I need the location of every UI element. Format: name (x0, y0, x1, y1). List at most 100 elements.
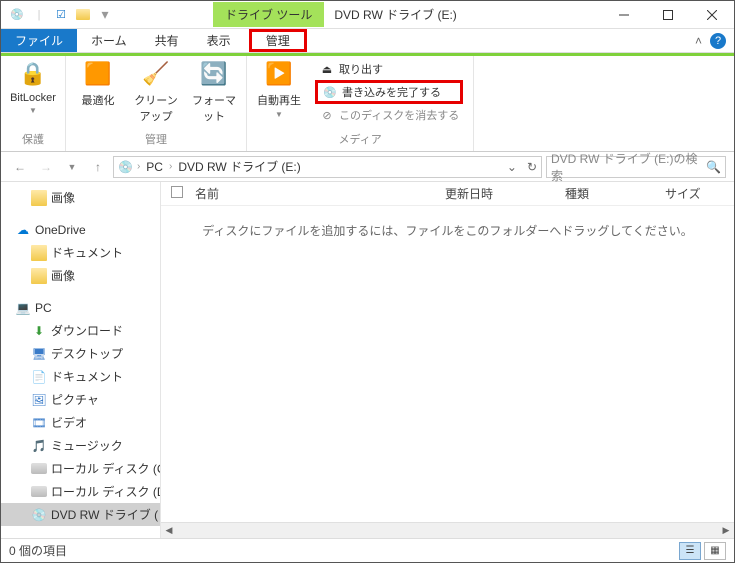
tab-file[interactable]: ファイル (1, 29, 77, 52)
tree-item-pc[interactable]: 💻PC (1, 297, 160, 319)
tree-item-images[interactable]: 画像 (1, 186, 160, 209)
tree-item-onedrive[interactable]: ☁OneDrive (1, 219, 160, 241)
tree-item-disk-d[interactable]: ローカル ディスク (D (1, 480, 160, 503)
tree-item-pictures[interactable]: 🖼ピクチャ (1, 388, 160, 411)
back-button[interactable]: ← (9, 156, 31, 178)
explorer-window: 💿 | ☑ ▾ ドライブ ツール DVD RW ドライブ (E:) ファイル ホ… (0, 0, 735, 563)
tree-label: ローカル ディスク (C (51, 460, 160, 477)
eject-button[interactable]: ⏏ 取り出す (315, 60, 463, 78)
ribbon-group-protect: 🔒 BitLocker ▼ 保護 (1, 56, 66, 151)
scroll-left-icon[interactable]: ◀ (161, 523, 177, 539)
header-checkbox[interactable] (171, 186, 195, 201)
search-input[interactable]: DVD RW ドライブ (E:)の検索 🔍 (546, 156, 726, 178)
tree-item-music[interactable]: 🎵ミュージック (1, 434, 160, 457)
ribbon-group-manage: 🟧 最適化 🧹 クリーンアップ 🔄 フォーマット 管理 (66, 56, 247, 151)
status-bar: 0 個の項目 ☰ ▦ (1, 538, 734, 562)
erase-icon: ⊘ (319, 107, 335, 123)
tree-item-disk-c[interactable]: ローカル ディスク (C (1, 457, 160, 480)
forward-button[interactable]: → (35, 156, 57, 178)
up-button[interactable]: ↑ (87, 156, 109, 178)
refresh-icon[interactable]: ↻ (521, 160, 537, 174)
breadcrumb[interactable]: 💿 › PC › DVD RW ドライブ (E:) ⌄ ↻ (113, 156, 542, 178)
address-dropdown-icon[interactable]: ⌄ (507, 160, 517, 174)
folder-icon (31, 190, 47, 206)
search-icon: 🔍 (706, 160, 721, 174)
eject-icon: ⏏ (319, 61, 335, 77)
crumb-pc[interactable]: PC (144, 160, 165, 174)
videos-icon: 🎞 (31, 415, 47, 431)
navigation-tree[interactable]: 画像 ☁OneDrive ドキュメント 画像 💻PC ⬇ダウンロード 🖥デスクト… (1, 182, 161, 538)
contextual-tab-header: ドライブ ツール (213, 2, 324, 27)
help-icon[interactable]: ? (710, 33, 726, 49)
folder-icon (31, 268, 47, 284)
column-headers: 名前 更新日時 種類 サイズ (161, 182, 734, 206)
maximize-button[interactable] (646, 1, 690, 29)
tree-label: ダウンロード (51, 322, 123, 339)
cleanup-icon: 🧹 (140, 58, 172, 90)
tree-item-documents[interactable]: ドキュメント (1, 241, 160, 264)
tree-label: DVD RW ドライブ ( (51, 506, 158, 523)
ribbon-collapse-icon[interactable]: ˄ (695, 34, 702, 48)
tab-view[interactable]: 表示 (193, 29, 245, 52)
cleanup-label: クリーンアップ (130, 92, 182, 124)
tab-home[interactable]: ホーム (77, 29, 141, 52)
eject-label: 取り出す (339, 61, 383, 77)
icons-view-button[interactable]: ▦ (704, 542, 726, 560)
format-icon: 🔄 (198, 58, 230, 90)
tree-item-docs[interactable]: 📄ドキュメント (1, 365, 160, 388)
tree-label: ドキュメント (51, 368, 123, 385)
window-title: DVD RW ドライブ (E:) (324, 6, 602, 23)
address-bar: ← → ▼ ↑ 💿 › PC › DVD RW ドライブ (E:) ⌄ ↻ DV… (1, 152, 734, 182)
finalize-button[interactable]: 💿 書き込みを完了する (315, 80, 463, 104)
tree-item-images2[interactable]: 画像 (1, 264, 160, 287)
folder-icon[interactable] (75, 7, 91, 23)
details-view-button[interactable]: ☰ (679, 542, 701, 560)
tree-item-downloads[interactable]: ⬇ダウンロード (1, 319, 160, 342)
dvd-icon: 💿 (118, 160, 133, 174)
header-size[interactable]: サイズ (665, 185, 734, 202)
tree-label: ローカル ディスク (D (51, 483, 160, 500)
media-actions: ⏏ 取り出す 💿 書き込みを完了する ⊘ このディスクを消去する (311, 58, 467, 126)
burn-icon: 💿 (322, 84, 338, 100)
scroll-right-icon[interactable]: ▶ (718, 523, 734, 539)
minimize-button[interactable] (602, 1, 646, 29)
recent-dropdown[interactable]: ▼ (61, 156, 83, 178)
tree-item-desktop[interactable]: 🖥デスクトップ (1, 342, 160, 365)
checkbox-icon[interactable]: ☑ (53, 7, 69, 23)
tab-manage[interactable]: 管理 (249, 29, 307, 52)
erase-button[interactable]: ⊘ このディスクを消去する (315, 106, 463, 124)
music-icon: 🎵 (31, 438, 47, 454)
ribbon: 🔒 BitLocker ▼ 保護 🟧 最適化 🧹 クリーンアップ 🔄 (1, 56, 734, 152)
onedrive-icon: ☁ (15, 222, 31, 238)
horizontal-scrollbar[interactable]: ◀ ▶ (161, 522, 734, 538)
optimize-button[interactable]: 🟧 最適化 (72, 58, 124, 129)
ribbon-group-media: ▶️ 自動再生 ▼ ⏏ 取り出す 💿 書き込みを完了する ⊘ このデ (247, 56, 474, 151)
optimize-label: 最適化 (82, 92, 115, 108)
tab-share[interactable]: 共有 (141, 29, 193, 52)
header-name[interactable]: 名前 (195, 185, 445, 202)
titlebar: 💿 | ☑ ▾ ドライブ ツール DVD RW ドライブ (E:) (1, 1, 734, 29)
bitlocker-label: BitLocker (10, 92, 56, 104)
format-button[interactable]: 🔄 フォーマット (188, 58, 240, 129)
quick-access-toolbar: 💿 | ☑ ▾ (1, 7, 121, 23)
content-pane: 名前 更新日時 種類 サイズ ディスクにファイルを追加するには、ファイルをこのフ… (161, 182, 734, 538)
tree-item-dvd[interactable]: 💿DVD RW ドライブ (🔃 (1, 503, 160, 526)
header-type[interactable]: 種類 (565, 185, 665, 202)
disk-icon (31, 486, 47, 497)
dropdown-icon: ▼ (275, 110, 283, 119)
header-date[interactable]: 更新日時 (445, 185, 565, 202)
tree-label: ドキュメント (51, 244, 123, 261)
bitlocker-icon: 🔒 (17, 58, 49, 90)
qat-dropdown-icon[interactable]: ▾ (97, 7, 113, 23)
chevron-icon: › (169, 161, 172, 172)
autoplay-button[interactable]: ▶️ 自動再生 ▼ (253, 58, 305, 119)
group-label-manage: 管理 (145, 129, 167, 151)
autoplay-label: 自動再生 (257, 92, 301, 108)
cleanup-button[interactable]: 🧹 クリーンアップ (130, 58, 182, 129)
tree-item-videos[interactable]: 🎞ビデオ (1, 411, 160, 434)
crumb-drive[interactable]: DVD RW ドライブ (E:) (176, 158, 302, 175)
bitlocker-button[interactable]: 🔒 BitLocker ▼ (7, 58, 59, 129)
tree-label: 画像 (51, 189, 75, 206)
close-button[interactable] (690, 1, 734, 29)
chevron-icon: › (137, 161, 140, 172)
